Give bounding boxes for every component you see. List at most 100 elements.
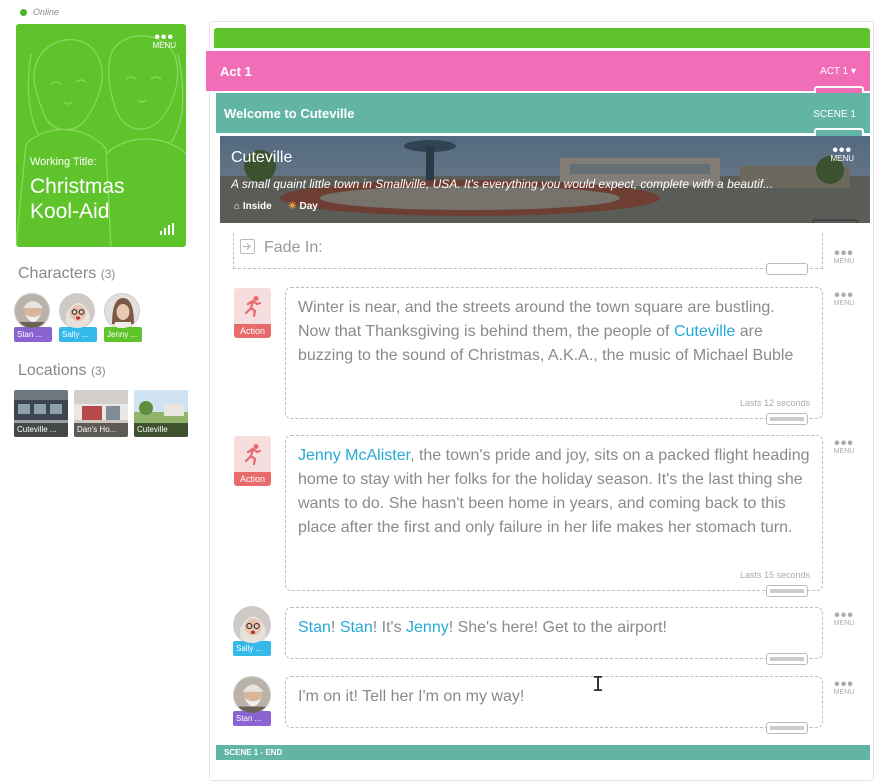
location-drag-handle[interactable] xyxy=(812,219,858,223)
location-label: Cuteville xyxy=(134,423,188,437)
location-menu-label: MENU xyxy=(830,154,854,163)
more-dots-icon: ••• xyxy=(834,245,854,262)
scene-end-bar: SCENE 1 - END xyxy=(216,745,870,760)
online-status: Online xyxy=(20,7,59,17)
scene-title[interactable]: Welcome to Cuteville xyxy=(224,106,355,121)
menu-label: MENU xyxy=(833,620,855,627)
menu-label: MENU xyxy=(833,689,855,696)
block-drag-handle[interactable] xyxy=(766,413,808,425)
project-card[interactable]: ••• MENU Working Title: Christmas Kool-A… xyxy=(16,24,186,247)
sun-icon: ☀ xyxy=(287,201,297,212)
dialogue-speaker[interactable]: Sally ... xyxy=(233,606,271,656)
location-link[interactable]: Cuteville xyxy=(674,323,735,340)
more-dots-icon: ••• xyxy=(834,435,854,452)
block-type-label: Action xyxy=(234,324,271,338)
house-icon: ⌂ xyxy=(234,201,241,212)
working-title-label: Working Title: xyxy=(30,156,97,168)
transition-text: Fade In: xyxy=(264,239,323,256)
time-label: Day xyxy=(299,201,318,212)
characters-count: (3) xyxy=(100,267,116,281)
block-text[interactable]: Jenny McAlister, the town's pride and jo… xyxy=(298,447,810,536)
location-menu-button[interactable]: ••• MENU xyxy=(830,143,854,163)
time-of-day: ☀ Day xyxy=(288,201,318,212)
avatar xyxy=(233,606,271,644)
act-title: Act 1 xyxy=(220,64,252,79)
locations-count: (3) xyxy=(90,364,106,378)
project-menu-label: MENU xyxy=(152,41,176,50)
project-menu-button[interactable]: ••• MENU xyxy=(152,30,176,50)
block-menu-button[interactable]: ••• MENU xyxy=(830,287,858,308)
act-selector[interactable]: ACT 1 ▾ xyxy=(820,66,856,77)
block-menu-button[interactable]: ••• MENU xyxy=(830,435,858,456)
action-block[interactable]: Jenny McAlister, the town's pride and jo… xyxy=(285,435,823,597)
location-header[interactable]: Cuteville A small quaint little town in … xyxy=(220,136,870,223)
text-segment: ! She's here! Get to the airport! xyxy=(448,619,667,636)
dialogue-block[interactable]: I'm on it! Tell her I'm on my way! xyxy=(285,676,823,734)
character-link[interactable]: Stan xyxy=(298,619,331,636)
more-dots-icon: ••• xyxy=(834,607,854,624)
avatar xyxy=(14,293,50,329)
locations-heading-label: Locations xyxy=(18,362,87,379)
block-menu-button[interactable]: ••• MENU xyxy=(830,676,858,697)
setting-inside: ⌂ Inside xyxy=(234,201,272,212)
avatar xyxy=(233,676,271,714)
character-tag: Stan ... xyxy=(14,327,52,342)
location-label: Dan's Ho... xyxy=(74,423,128,437)
setting-label: Inside xyxy=(242,201,272,212)
character-link[interactable]: Jenny McAlister xyxy=(298,447,410,464)
block-text[interactable]: I'm on it! Tell her I'm on my way! xyxy=(298,688,524,705)
block-drag-handle[interactable] xyxy=(766,722,808,734)
menu-label: MENU xyxy=(833,448,855,455)
action-block[interactable]: Winter is near, and the streets around t… xyxy=(285,287,823,425)
location-cuteville-1[interactable]: Cuteville ... xyxy=(14,390,68,437)
more-dots-icon: ••• xyxy=(834,287,854,304)
online-label: Online xyxy=(33,7,60,17)
script-top-bar xyxy=(214,28,870,48)
locations-heading: Locations (3) xyxy=(18,362,106,380)
dialogue-block[interactable]: Stan! Stan! It's Jenny! She's here! Get … xyxy=(285,607,823,665)
dialogue-speaker[interactable]: Stan ... xyxy=(233,676,271,726)
action-type-badge[interactable]: Action xyxy=(234,436,271,486)
text-segment: ! xyxy=(330,619,340,636)
avatar xyxy=(59,293,95,329)
characters-heading-label: Characters xyxy=(18,265,97,282)
act-header[interactable]: Act 1 ACT 1 ▾ xyxy=(206,51,870,98)
block-drag-handle[interactable] xyxy=(766,653,808,665)
location-cuteville-2[interactable]: Cuteville xyxy=(134,390,188,437)
text-cursor-icon: I xyxy=(592,672,605,696)
block-text[interactable]: Winter is near, and the streets around t… xyxy=(298,299,793,364)
transition-drag-handle[interactable] xyxy=(766,263,808,275)
character-link[interactable]: Jenny xyxy=(406,619,449,636)
scene-header[interactable]: Welcome to Cuteville SCENE 1 xyxy=(216,93,870,140)
online-dot-icon xyxy=(20,8,27,16)
character-jenny[interactable]: Jenny ... xyxy=(104,293,144,342)
location-dans-house[interactable]: Dan's Ho... xyxy=(74,390,128,437)
scene-label: SCENE 1 xyxy=(813,109,856,120)
character-stan[interactable]: Stan ... xyxy=(14,293,54,342)
block-type-label: Action xyxy=(234,472,271,486)
block-text[interactable]: Stan! Stan! It's Jenny! She's here! Get … xyxy=(298,619,667,636)
text-segment: ! It's xyxy=(372,619,407,636)
location-meta: ⌂ Inside ☀ Day xyxy=(234,201,318,212)
bar-chart-icon[interactable] xyxy=(160,223,174,235)
character-sally[interactable]: Sally ... xyxy=(59,293,99,342)
last-edit-label: Lasts 12 seconds xyxy=(739,398,810,408)
transition-fade-in[interactable]: Fade In: xyxy=(233,233,823,275)
location-description: A small quaint little town in Smallville… xyxy=(231,177,774,191)
menu-label: MENU xyxy=(833,300,855,307)
running-man-icon xyxy=(234,436,271,472)
action-type-badge[interactable]: Action xyxy=(234,288,271,338)
block-menu-button[interactable]: ••• MENU xyxy=(830,607,858,628)
running-man-icon xyxy=(234,288,271,324)
location-label: Cuteville ... xyxy=(14,423,68,437)
last-edit-label: Lasts 15 seconds xyxy=(739,570,810,580)
menu-label: MENU xyxy=(833,258,855,265)
more-dots-icon: ••• xyxy=(834,676,854,693)
character-tag: Sally ... xyxy=(59,327,97,342)
project-title: Christmas Kool-Aid xyxy=(30,175,125,223)
character-link[interactable]: Stan xyxy=(340,619,373,636)
transition-menu-button[interactable]: ••• MENU xyxy=(830,245,858,266)
speaker-tag: Sally ... xyxy=(233,641,271,656)
block-drag-handle[interactable] xyxy=(766,585,808,597)
location-name: Cuteville xyxy=(231,149,293,166)
